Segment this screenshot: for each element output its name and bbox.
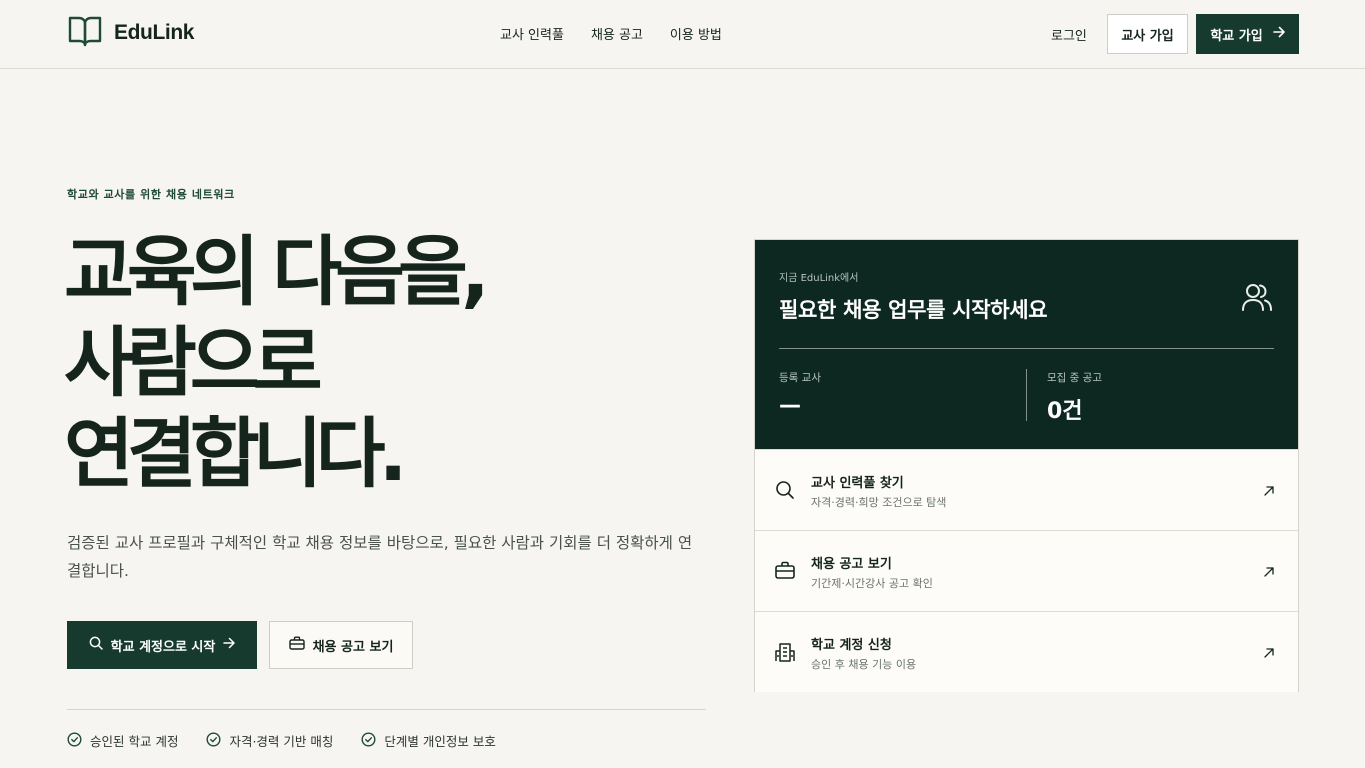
check-circle-icon (361, 731, 376, 750)
teacher-signup-label: 교사 가입 (1121, 28, 1174, 44)
building-icon (775, 642, 795, 666)
users-icon (1241, 282, 1273, 316)
row-subtitle: 자격·경력·희망 조건으로 탐색 (811, 496, 947, 509)
stat-label: 모집 중 공고 (1047, 372, 1102, 384)
row-subtitle: 승인 후 채용 기능 이용 (811, 658, 917, 671)
quick-start-panel: 지금 EduLink에서 필요한 채용 업무를 시작하세요 등록 교사 — 모집… (754, 239, 1299, 692)
feature-label: 단계별 개인정보 보호 (384, 734, 496, 749)
open-book-icon (68, 15, 102, 51)
hero-divider (67, 709, 706, 710)
panel-title: 필요한 채용 업무를 시작하세요 (779, 298, 1048, 322)
stat-value: — (779, 393, 801, 418)
nav-teacher-pool[interactable]: 교사 인력풀 (500, 24, 564, 43)
arrow-right-icon (223, 637, 236, 653)
brand-logo[interactable]: EduLink (68, 15, 194, 51)
feature-list: 승인된 학교 계정 자격·경력 기반 매칭 단계별 개인정보 보호 (67, 731, 496, 750)
hero-eyebrow: 학교와 교사를 위한 채용 네트워크 (67, 188, 235, 201)
site-header: EduLink 교사 인력풀 채용 공고 이용 방법 로그인 교사 가입 학교 … (0, 0, 1365, 69)
arrow-up-right-icon (1263, 482, 1275, 501)
stat-separator (1026, 369, 1027, 421)
stat-open-postings: 모집 중 공고 0건 (1047, 370, 1102, 425)
view-job-postings-button[interactable]: 채용 공고 보기 (269, 621, 413, 669)
teacher-signup-button[interactable]: 교사 가입 (1107, 14, 1188, 54)
panel-header: 지금 EduLink에서 필요한 채용 업무를 시작하세요 등록 교사 — 모집… (755, 240, 1298, 450)
arrow-right-icon (1272, 26, 1285, 42)
feature-item: 단계별 개인정보 보호 (361, 731, 496, 750)
briefcase-icon (288, 636, 305, 654)
school-signup-label: 학교 가입 (1210, 28, 1263, 44)
search-icon (775, 480, 795, 504)
feature-label: 승인된 학교 계정 (90, 734, 179, 749)
stat-label: 등록 교사 (779, 372, 821, 384)
panel-kicker: 지금 EduLink에서 (779, 273, 859, 284)
main-nav: 교사 인력풀 채용 공고 이용 방법 (500, 24, 722, 43)
hero-description: 검증된 교사 프로필과 구체적인 학교 채용 정보를 바탕으로, 필요한 사람과… (67, 534, 693, 580)
briefcase-icon (775, 561, 795, 583)
check-circle-icon (206, 731, 221, 750)
link-find-teachers[interactable]: 교사 인력풀 찾기 자격·경력·희망 조건으로 탐색 (755, 449, 1298, 530)
view-jobs-label: 채용 공고 보기 (312, 639, 394, 655)
nav-how-to-use[interactable]: 이용 방법 (670, 24, 722, 43)
row-title: 채용 공고 보기 (811, 557, 892, 572)
row-title: 교사 인력풀 찾기 (811, 476, 904, 491)
stat-value: 0건 (1047, 399, 1083, 424)
search-icon (89, 636, 103, 654)
brand-name: EduLink (114, 21, 195, 44)
stat-registered-teachers: 등록 교사 — (779, 370, 821, 418)
school-signup-button[interactable]: 학교 가입 (1196, 14, 1299, 54)
arrow-up-right-icon (1263, 563, 1275, 582)
link-apply-school-account[interactable]: 학교 계정 신청 승인 후 채용 기능 이용 (755, 611, 1298, 692)
check-circle-icon (67, 731, 82, 750)
arrow-up-right-icon (1263, 644, 1275, 663)
panel-rule (779, 348, 1274, 349)
row-title: 학교 계정 신청 (811, 638, 892, 653)
link-view-jobs[interactable]: 채용 공고 보기 기간제·시간강사 공고 확인 (755, 530, 1298, 611)
start-button-label: 학교 계정으로 시작 (110, 639, 216, 655)
login-link[interactable]: 로그인 (1051, 25, 1087, 44)
row-subtitle: 기간제·시간강사 공고 확인 (811, 577, 933, 590)
feature-item: 승인된 학교 계정 (67, 731, 178, 750)
hero-title: 교육의 다음을, 사람으로 연결합니다. (64, 227, 490, 498)
start-school-account-button[interactable]: 학교 계정으로 시작 (67, 621, 257, 669)
nav-job-postings[interactable]: 채용 공고 (591, 24, 643, 43)
feature-label: 자격·경력 기반 매칭 (229, 734, 334, 749)
feature-item: 자격·경력 기반 매칭 (206, 731, 333, 750)
